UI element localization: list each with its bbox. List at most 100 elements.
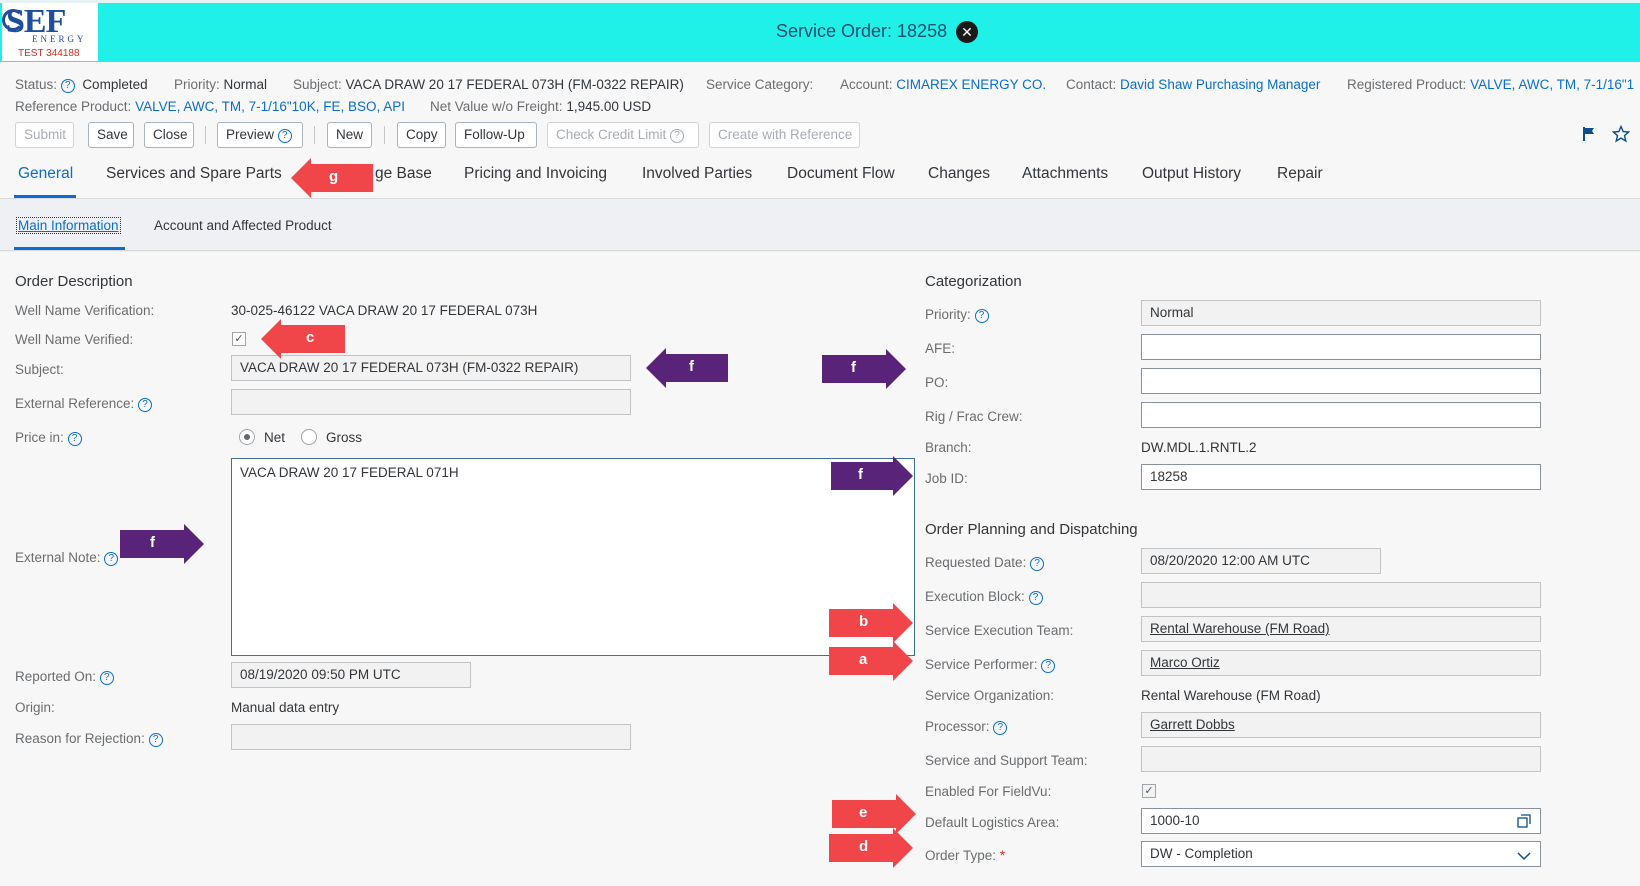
processor-field[interactable]: Garrett Dobbs bbox=[1141, 712, 1541, 738]
po-field[interactable] bbox=[1141, 368, 1541, 394]
callout-label: a bbox=[859, 651, 868, 668]
help-icon[interactable]: ? bbox=[67, 432, 82, 446]
tab-output-history[interactable]: Output History bbox=[1142, 165, 1241, 183]
requested-date-label: Requested Date: ? bbox=[925, 555, 1045, 571]
tab-pricing-invoicing[interactable]: Pricing and Invoicing bbox=[464, 165, 607, 183]
service-organization-label: Service Organization: bbox=[925, 688, 1055, 703]
help-icon[interactable]: ? bbox=[1030, 557, 1045, 571]
callout-arrow-f-job: f bbox=[829, 455, 915, 497]
service-support-team-field[interactable] bbox=[1141, 746, 1541, 772]
reported-on-field[interactable]: 08/19/2020 09:50 PM UTC bbox=[231, 662, 471, 688]
callout-label: f bbox=[689, 358, 694, 375]
callout-arrow-g: g bbox=[289, 157, 375, 199]
copy-button[interactable]: Copy bbox=[397, 122, 446, 148]
price-net-radio[interactable] bbox=[239, 429, 255, 445]
execution-block-field[interactable] bbox=[1141, 582, 1541, 608]
status-value: Completed bbox=[82, 77, 148, 92]
help-icon[interactable]: ? bbox=[1028, 591, 1043, 605]
external-reference-field[interactable] bbox=[231, 389, 631, 415]
tab-services-spare-parts[interactable]: Services and Spare Parts bbox=[106, 165, 282, 183]
toolbar-separator bbox=[205, 126, 206, 144]
callout-arrow-c: c bbox=[259, 318, 347, 360]
help-icon[interactable]: ? bbox=[60, 79, 75, 93]
tab-attachments[interactable]: Attachments bbox=[1022, 165, 1108, 183]
create-with-reference-button[interactable]: Create with Reference bbox=[709, 122, 860, 148]
callout-arrow-f-note: f bbox=[118, 523, 206, 565]
follow-up-button[interactable]: Follow-Up bbox=[455, 122, 537, 148]
help-icon[interactable]: ? bbox=[104, 552, 119, 566]
tab-repair[interactable]: Repair bbox=[1277, 165, 1323, 183]
flag-icon[interactable] bbox=[1582, 126, 1596, 142]
price-gross-radio[interactable] bbox=[301, 429, 317, 445]
afe-label: AFE: bbox=[925, 341, 956, 356]
service-performer-field[interactable]: Marco Ortiz bbox=[1141, 650, 1541, 676]
close-button[interactable]: Close bbox=[144, 122, 194, 148]
contact-info: Contact: David Shaw Purchasing Manager bbox=[1066, 77, 1320, 92]
help-icon[interactable]: ? bbox=[974, 309, 989, 323]
new-button[interactable]: New bbox=[327, 122, 372, 148]
star-icon[interactable] bbox=[1611, 124, 1631, 143]
save-button[interactable]: Save bbox=[88, 122, 134, 148]
job-id-field[interactable]: 18258 bbox=[1141, 464, 1541, 490]
check-credit-limit-button[interactable]: Check Credit Limit ? bbox=[547, 122, 699, 148]
callout-label: g bbox=[329, 168, 339, 185]
subtab-divider bbox=[0, 250, 1640, 251]
tab-document-flow[interactable]: Document Flow bbox=[787, 165, 895, 183]
service-execution-team-field[interactable]: Rental Warehouse (FM Road) bbox=[1141, 616, 1541, 642]
callout-label: f bbox=[851, 359, 856, 376]
submit-button[interactable]: Submit bbox=[15, 122, 74, 148]
registered-product-label: Registered Product: bbox=[1347, 77, 1467, 92]
price-gross-label: Gross bbox=[326, 430, 363, 445]
tab-involved-parties[interactable]: Involved Parties bbox=[642, 165, 752, 183]
status-label: Status: bbox=[15, 77, 58, 92]
help-icon[interactable]: ? bbox=[138, 398, 153, 412]
subject-label: Subject: bbox=[293, 77, 342, 92]
enabled-fieldvu-checkbox[interactable]: ✓ bbox=[1142, 784, 1156, 798]
default-logistics-area-label: Default Logistics Area: bbox=[925, 815, 1060, 830]
contact-link[interactable]: David Shaw Purchasing Manager bbox=[1120, 77, 1320, 92]
external-reference-label: External Reference: ? bbox=[15, 396, 153, 412]
callout-arrow-a: a bbox=[827, 640, 915, 682]
toolbar-separator bbox=[384, 126, 385, 144]
required-marker: * bbox=[999, 848, 1006, 863]
tab-knowledge-base[interactable]: ge Base bbox=[375, 165, 432, 183]
subject-value: VACA DRAW 20 17 FEDERAL 073H (FM-0322 RE… bbox=[345, 77, 684, 92]
active-tab-indicator bbox=[14, 195, 76, 198]
help-icon[interactable]: ? bbox=[148, 733, 163, 747]
origin-value: Manual data entry bbox=[231, 700, 340, 715]
help-icon[interactable]: ? bbox=[1041, 659, 1056, 673]
subtab-account-affected-product[interactable]: Account and Affected Product bbox=[154, 218, 332, 233]
rig-frac-crew-field[interactable] bbox=[1141, 402, 1541, 428]
registered-product-link[interactable]: VALVE, AWC, TM, 7-1/16"1 bbox=[1470, 77, 1634, 92]
subtab-main-information[interactable]: Main Information bbox=[16, 217, 121, 234]
section-order-planning: Order Planning and Dispatching bbox=[925, 521, 1138, 538]
priority-field[interactable]: Normal bbox=[1141, 300, 1541, 326]
tab-changes[interactable]: Changes bbox=[928, 165, 990, 183]
help-icon[interactable]: ? bbox=[99, 671, 114, 685]
service-organization-link[interactable]: Rental Warehouse (FM Road) bbox=[1141, 688, 1321, 703]
rig-frac-crew-label: Rig / Frac Crew: bbox=[925, 409, 1023, 424]
external-note-textarea[interactable]: VACA DRAW 20 17 FEDERAL 071H bbox=[231, 458, 915, 656]
reference-product-info: Reference Product: VALVE, AWC, TM, 7-1/1… bbox=[15, 99, 405, 114]
origin-label: Origin: bbox=[15, 700, 55, 715]
help-icon[interactable]: ? bbox=[993, 721, 1008, 735]
order-type-select[interactable]: DW - Completion bbox=[1141, 841, 1541, 867]
value-help-icon[interactable] bbox=[1517, 814, 1531, 828]
tab-general[interactable]: General bbox=[18, 165, 73, 183]
system-label: TEST 344188 bbox=[18, 48, 80, 59]
afe-field[interactable] bbox=[1141, 334, 1541, 360]
external-note-label: External Note: ? bbox=[15, 550, 119, 566]
preview-button[interactable]: Preview ? bbox=[217, 122, 303, 148]
service-execution-team-label: Service Execution Team: bbox=[925, 623, 1074, 638]
default-logistics-area-field[interactable]: 1000-10 bbox=[1141, 808, 1541, 834]
net-value: 1,945.00 USD bbox=[566, 99, 652, 114]
well-name-verified-checkbox[interactable]: ✓ bbox=[232, 332, 246, 346]
reference-product-link[interactable]: VALVE, AWC, TM, 7-1/16"10K, FE, BSO, API bbox=[135, 99, 405, 114]
close-icon[interactable]: ✕ bbox=[956, 21, 978, 43]
reason-for-rejection-field[interactable] bbox=[231, 724, 631, 750]
requested-date-field[interactable]: 08/20/2020 12:00 AM UTC bbox=[1141, 548, 1381, 574]
chevron-down-icon[interactable] bbox=[1517, 849, 1531, 861]
order-type-label: Order Type: * bbox=[925, 848, 1006, 863]
account-link[interactable]: CIMAREX ENERGY CO. bbox=[896, 77, 1046, 92]
page-title: Service Order: 18258 bbox=[776, 21, 948, 41]
